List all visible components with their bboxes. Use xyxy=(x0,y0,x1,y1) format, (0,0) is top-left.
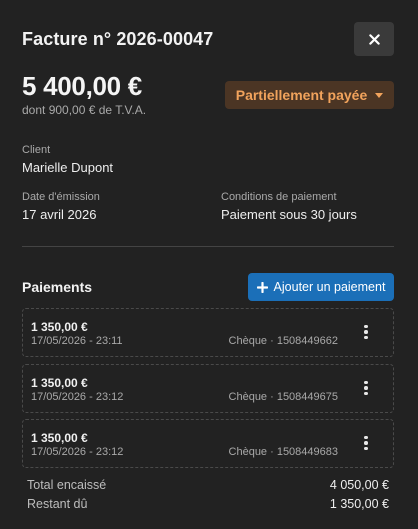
payment-terms-label: Conditions de paiement xyxy=(221,191,337,203)
payment-method: Chèque · 1508449662 xyxy=(228,335,338,347)
issue-date-value: 17 avril 2026 xyxy=(22,207,97,222)
payment-item: 1 350,00 € 17/05/2026 - 23:12 Chèque · 1… xyxy=(22,364,394,413)
more-vertical-icon-dot xyxy=(364,330,368,334)
add-payment-label: Ajouter un paiement xyxy=(273,280,386,294)
more-options-button[interactable] xyxy=(356,377,376,399)
invoice-amount: 5 400,00 € xyxy=(22,71,142,101)
close-button[interactable] xyxy=(354,22,394,56)
more-vertical-icon xyxy=(364,435,368,440)
vat-note: dont 900,00 € de T.V.A. xyxy=(22,103,147,117)
more-vertical-icon-dot xyxy=(364,441,368,445)
more-vertical-icon-dot xyxy=(364,391,368,396)
remaining-due-row: Restant dû 1 350,00 € xyxy=(27,497,389,511)
status-dropdown[interactable]: Partiellement payée xyxy=(225,81,394,109)
remaining-due-label: Restant dû xyxy=(27,497,88,511)
total-collected-row: Total encaissé 4 050,00 € xyxy=(27,478,389,492)
more-options-button[interactable] xyxy=(356,321,376,343)
more-vertical-icon xyxy=(364,324,368,329)
payment-datetime: 17/05/2026 - 23:12 xyxy=(31,391,124,403)
payment-amount: 1 350,00 € xyxy=(31,376,88,390)
close-icon xyxy=(368,33,380,45)
issue-date-label: Date d'émission xyxy=(22,191,100,203)
remaining-due-value: 1 350,00 € xyxy=(329,497,389,511)
more-options-button[interactable] xyxy=(356,432,376,454)
payment-datetime: 17/05/2026 - 23:12 xyxy=(31,446,124,458)
client-label: Client xyxy=(22,144,51,156)
more-vertical-icon-dot xyxy=(364,446,368,451)
add-payment-button[interactable]: Ajouter un paiement xyxy=(248,273,394,301)
payment-method: Chèque · 1508449675 xyxy=(228,391,338,403)
total-collected-label: Total encaissé xyxy=(27,478,107,492)
payments-title: Paiements xyxy=(22,279,93,295)
payment-item: 1 350,00 € 17/05/2026 - 23:11 Chèque · 1… xyxy=(22,308,394,357)
payment-item: 1 350,00 € 17/05/2026 - 23:12 Chèque · 1… xyxy=(22,419,394,468)
plus-icon xyxy=(256,281,268,293)
more-vertical-icon-dot xyxy=(364,386,368,390)
payment-amount: 1 350,00 € xyxy=(31,320,88,334)
caret-down-icon xyxy=(375,93,384,98)
more-vertical-icon xyxy=(364,380,368,385)
payment-terms-value: Paiement sous 30 jours xyxy=(221,207,357,222)
page-title: Facture n° 2026-00047 xyxy=(22,29,214,49)
divider xyxy=(22,246,394,247)
payment-amount: 1 350,00 € xyxy=(31,431,88,445)
more-vertical-icon-dot xyxy=(364,335,368,340)
payment-datetime: 17/05/2026 - 23:11 xyxy=(31,335,123,347)
total-collected-value: 4 050,00 € xyxy=(329,478,389,492)
client-value: Marielle Dupont xyxy=(22,160,114,175)
payment-method: Chèque · 1508449683 xyxy=(228,446,338,458)
status-label: Partiellement payée xyxy=(235,87,368,103)
